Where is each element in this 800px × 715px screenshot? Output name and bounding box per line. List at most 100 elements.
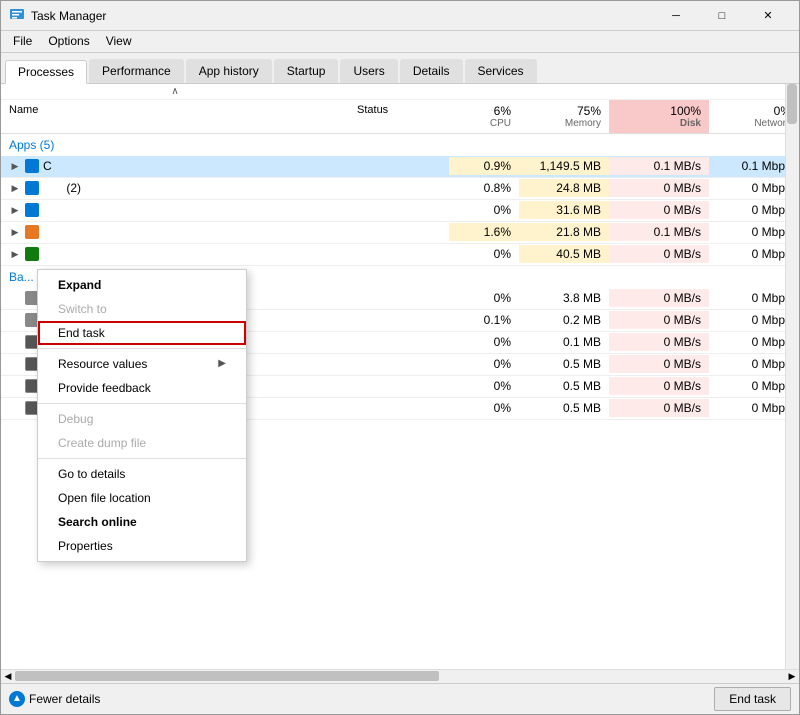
menu-view[interactable]: View — [98, 32, 140, 50]
disk-label: Disk — [617, 118, 701, 129]
ctx-end-task[interactable]: End task — [38, 321, 246, 345]
table-row[interactable]: ▶ C 0.9% 1,149.5 MB 0.1 MB/s 0.1 Mbps — [1, 156, 799, 178]
app-icon — [25, 225, 39, 239]
app-icon — [25, 159, 39, 173]
table-row[interactable]: ▶ (2) 0.8% 24.8 MB 0 MB/s 0 Mbps — [1, 178, 799, 200]
process-memory: 0.2 MB — [519, 311, 609, 329]
col-name[interactable]: Name — [1, 100, 349, 133]
scroll-right-icon[interactable]: ▶ — [785, 669, 799, 683]
ctx-open-file-location[interactable]: Open file location — [38, 486, 246, 510]
title-bar: Task Manager ─ □ ✕ — [1, 1, 799, 31]
process-memory: 21.8 MB — [519, 223, 609, 241]
col-cpu[interactable]: 6% CPU — [449, 100, 519, 133]
process-disk: 0.1 MB/s — [609, 157, 709, 175]
ctx-provide-feedback[interactable]: Provide feedback — [38, 376, 246, 400]
scrollbar-thumb[interactable] — [787, 84, 797, 124]
expand-icon: ▶ — [9, 182, 21, 194]
menu-options[interactable]: Options — [40, 32, 97, 50]
ctx-separator-1 — [38, 348, 246, 349]
process-name: ▶ — [1, 245, 349, 263]
process-disk: 0 MB/s — [609, 311, 709, 329]
app-icon — [25, 203, 39, 217]
expand-icon: ▶ — [9, 204, 21, 216]
ctx-search-online[interactable]: Search online — [38, 510, 246, 534]
network-percent: 0% — [717, 104, 791, 118]
menu-file[interactable]: File — [5, 32, 40, 50]
submenu-arrow-icon: ▶ — [218, 358, 226, 369]
process-cpu: 0.9% — [449, 157, 519, 175]
apps-section-header: Apps (5) — [1, 134, 799, 156]
col-disk[interactable]: 100% Disk — [609, 100, 709, 133]
process-memory: 0.5 MB — [519, 377, 609, 395]
tab-details[interactable]: Details — [400, 59, 463, 83]
cpu-label: CPU — [457, 118, 511, 129]
process-cpu: 0% — [449, 377, 519, 395]
menu-bar: File Options View — [1, 31, 799, 53]
tab-users[interactable]: Users — [340, 59, 397, 83]
horizontal-scrollbar[interactable]: ◀ ▶ — [1, 669, 799, 683]
process-cpu: 0.8% — [449, 179, 519, 197]
process-cpu: 0% — [449, 201, 519, 219]
main-content: ∧ Name Status 6% CPU 75% Memory 100% Dis… — [1, 84, 799, 669]
ctx-expand[interactable]: Expand — [38, 273, 246, 297]
fewer-details-label: Fewer details — [29, 692, 100, 706]
minimize-button[interactable]: ─ — [653, 1, 699, 31]
process-memory: 24.8 MB — [519, 179, 609, 197]
process-name: ▶ — [1, 201, 349, 219]
ctx-switch-to: Switch to — [38, 297, 246, 321]
fewer-details-icon: ▲ — [9, 691, 25, 707]
process-name: ▶ — [1, 223, 349, 241]
end-task-button[interactable]: End task — [714, 687, 791, 711]
memory-percent: 75% — [527, 104, 601, 118]
table-row[interactable]: ▶ 1.6% 21.8 MB 0.1 MB/s 0 Mbps — [1, 222, 799, 244]
process-name: ▶ C — [1, 157, 349, 175]
process-disk: 0 MB/s — [609, 355, 709, 373]
table-row[interactable]: ▶ 0% 31.6 MB 0 MB/s 0 Mbps — [1, 200, 799, 222]
ctx-properties[interactable]: Properties — [38, 534, 246, 558]
h-scroll-thumb[interactable] — [15, 671, 439, 681]
tab-services[interactable]: Services — [465, 59, 537, 83]
col-status[interactable]: Status — [349, 100, 449, 133]
tab-bar: Processes Performance App history Startu… — [1, 53, 799, 84]
process-status — [349, 362, 449, 366]
process-disk: 0 MB/s — [609, 333, 709, 351]
sort-arrow: ∧ — [1, 84, 349, 99]
vertical-scrollbar[interactable] — [785, 84, 799, 669]
col-memory[interactable]: 75% Memory — [519, 100, 609, 133]
app-icon — [25, 247, 39, 261]
close-button[interactable]: ✕ — [745, 1, 791, 31]
scroll-left-icon[interactable]: ◀ — [1, 669, 15, 683]
fewer-details-button[interactable]: ▲ Fewer details — [9, 691, 100, 707]
expand-icon: ▶ — [9, 160, 21, 172]
status-bar: ▲ Fewer details End task — [1, 683, 799, 714]
process-memory: 40.5 MB — [519, 245, 609, 263]
ctx-resource-values[interactable]: Resource values ▶ — [38, 352, 246, 376]
process-cpu: 0.1% — [449, 311, 519, 329]
window-title: Task Manager — [31, 9, 653, 23]
tab-processes[interactable]: Processes — [5, 60, 87, 84]
apps-label: Apps (5) — [1, 134, 349, 156]
process-disk: 0 MB/s — [609, 201, 709, 219]
tab-app-history[interactable]: App history — [186, 59, 272, 83]
expand-icon — [9, 292, 21, 304]
process-status — [349, 164, 449, 168]
tab-performance[interactable]: Performance — [89, 59, 184, 83]
h-scroll-track — [15, 671, 785, 681]
table-row[interactable]: ▶ 0% 40.5 MB 0 MB/s 0 Mbps — [1, 244, 799, 266]
process-memory: 0.1 MB — [519, 333, 609, 351]
process-status — [349, 208, 449, 212]
app-icon — [25, 181, 39, 195]
process-memory: 0.5 MB — [519, 399, 609, 417]
memory-label: Memory — [527, 118, 601, 129]
expand-icon: ▶ — [9, 248, 21, 260]
process-status — [349, 230, 449, 234]
expand-icon: ▶ — [9, 226, 21, 238]
window-controls: ─ □ ✕ — [653, 1, 791, 31]
task-manager-window: Task Manager ─ □ ✕ File Options View Pro… — [0, 0, 800, 715]
ctx-go-to-details[interactable]: Go to details — [38, 462, 246, 486]
process-disk: 0 MB/s — [609, 399, 709, 417]
process-cpu: 0% — [449, 289, 519, 307]
process-status — [349, 384, 449, 388]
maximize-button[interactable]: □ — [699, 1, 745, 31]
tab-startup[interactable]: Startup — [274, 59, 339, 83]
